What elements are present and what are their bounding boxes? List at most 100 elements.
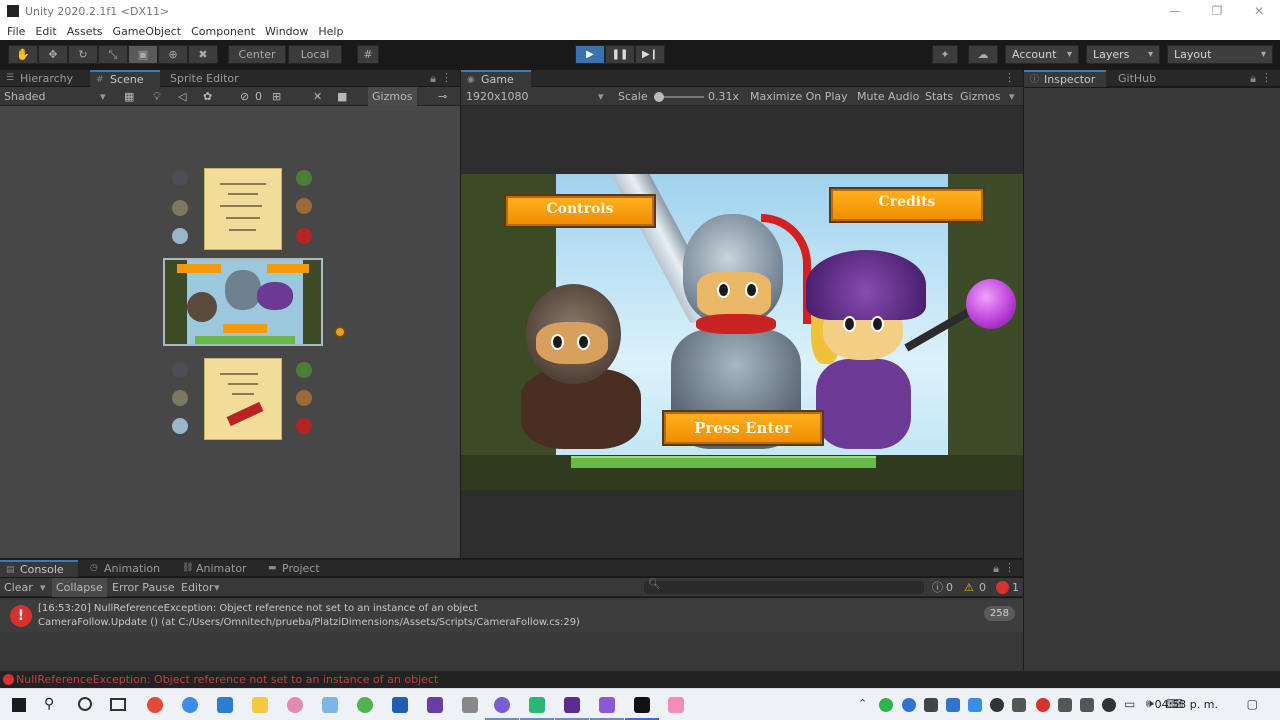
mute-audio-toggle[interactable]: Mute Audio (857, 87, 919, 106)
tray-icon[interactable] (879, 698, 893, 712)
clear-button[interactable]: Clear (4, 578, 33, 597)
scene-gizmos-dropdown[interactable]: Gizmos (368, 87, 417, 106)
tray-icon[interactable] (1012, 698, 1026, 712)
chrome-icon[interactable] (182, 697, 198, 713)
rect-tool-icon[interactable]: ▣ (128, 45, 158, 64)
menu-edit[interactable]: Edit (35, 25, 56, 38)
scale-slider[interactable] (654, 92, 704, 102)
tab-inspector[interactable]: ⓘ Inspector (1024, 70, 1106, 87)
chrome-icon[interactable] (147, 697, 163, 713)
log-filter-icon[interactable]: ⓘ (932, 578, 943, 597)
scale-tool-icon[interactable]: ⤡ (98, 45, 128, 64)
play-button[interactable]: ▶ (575, 45, 605, 64)
move-tool-icon[interactable]: ✥ (38, 45, 68, 64)
panel-menu-icon[interactable]: ⋮ (441, 71, 452, 84)
panel-menu-icon[interactable]: ⋮ (1004, 561, 1015, 574)
error-pause-toggle[interactable]: Error Pause (112, 578, 175, 597)
console-search-input[interactable]: 🔍︎ (644, 579, 924, 594)
credits-button[interactable]: Credits (829, 187, 985, 223)
tab-animation[interactable]: ◷ Animation (84, 560, 170, 577)
tab-github[interactable]: GitHub (1110, 70, 1180, 87)
editor-dropdown[interactable]: Editor (181, 578, 214, 597)
unity-icon[interactable] (634, 697, 650, 713)
tray-icon[interactable] (968, 698, 982, 712)
menu-assets[interactable]: Assets (67, 25, 103, 38)
task-view-icon[interactable] (110, 698, 126, 711)
search-icon[interactable]: ⊸ (438, 87, 447, 106)
tray-icon[interactable] (1058, 698, 1072, 712)
app-icon[interactable] (494, 697, 510, 713)
log-entry[interactable]: ! [16:53:20] NullReferenceException: Obj… (0, 600, 1023, 632)
slider-handle[interactable] (654, 92, 664, 102)
tray-icon[interactable] (946, 698, 960, 712)
press-enter-button[interactable]: Press Enter (662, 410, 824, 446)
tray-icon[interactable] (1102, 698, 1116, 712)
pause-button[interactable]: ❚❚ (605, 45, 635, 64)
lighting-toggle-icon[interactable]: 💡︎ (153, 87, 161, 106)
panel-menu-icon[interactable]: ⋮ (1004, 71, 1015, 84)
app-icon[interactable] (668, 697, 684, 713)
menu-gameobject[interactable]: GameObject (113, 25, 182, 38)
search-icon[interactable]: ⚲ (44, 696, 54, 712)
notifications-icon[interactable]: ▢ (1247, 697, 1258, 711)
stats-toggle[interactable]: Stats (925, 87, 953, 106)
app-icon[interactable] (599, 697, 615, 713)
pivot-toggle[interactable]: Center (228, 45, 286, 64)
collab-icon[interactable]: ✦ (932, 45, 958, 64)
audio-toggle-icon[interactable]: ◁ (178, 87, 186, 106)
layers-dropdown[interactable]: Layers (1086, 45, 1160, 64)
custom-tool-icon[interactable]: ✖ (188, 45, 218, 64)
game-render[interactable]: Controls Credits Press Enter (461, 174, 1023, 490)
status-bar[interactable]: NullReferenceException: Object reference… (0, 671, 1280, 688)
bluetooth-icon[interactable] (902, 698, 916, 712)
warning-filter-icon[interactable]: ⚠ (964, 578, 974, 597)
tray-icon[interactable] (924, 698, 938, 712)
app-icon[interactable] (322, 697, 338, 713)
app-icon[interactable] (357, 697, 373, 713)
tray-chevron-icon[interactable]: ⌃ (858, 697, 867, 710)
collapse-toggle[interactable]: Collapse (52, 578, 107, 597)
lock-icon[interactable]: 🔒︎ (430, 72, 436, 86)
panel-menu-icon[interactable]: ⋮ (1261, 71, 1272, 84)
lock-icon[interactable]: 🔒︎ (1250, 72, 1256, 86)
tab-animator[interactable]: ⛓ Animator (176, 560, 260, 577)
maximize-button[interactable]: ❐ (1196, 0, 1238, 22)
resolution-dropdown[interactable]: 1920x1080 (466, 87, 529, 106)
tab-game[interactable]: ◉ Game (461, 70, 531, 87)
vscode-icon[interactable] (217, 697, 233, 713)
tab-project[interactable]: ▬ Project (262, 560, 332, 577)
transform-tool-icon[interactable]: ⊕ (158, 45, 188, 64)
grid-snap-icon[interactable]: # (357, 45, 379, 64)
app-icon[interactable] (427, 697, 443, 713)
minimize-button[interactable]: — (1154, 0, 1196, 22)
step-button[interactable]: ▶❙ (635, 45, 665, 64)
game-view[interactable]: Controls Credits Press Enter (461, 106, 1023, 558)
rotate-tool-icon[interactable]: ↻ (68, 45, 98, 64)
layout-dropdown[interactable]: Layout (1167, 45, 1273, 64)
menu-window[interactable]: Window (265, 25, 308, 38)
space-toggle[interactable]: Local (288, 45, 342, 64)
network-icon[interactable]: ▭ (1124, 697, 1135, 711)
tab-hierarchy[interactable]: ☰ Hierarchy (0, 70, 88, 87)
taskbar-clock[interactable]: 04:53 p. m. (1155, 689, 1218, 720)
menu-file[interactable]: File (7, 25, 25, 38)
scene-view[interactable] (0, 106, 460, 558)
tab-console[interactable]: ▤ Console (0, 560, 78, 577)
canvas-preview[interactable] (163, 258, 323, 346)
file-explorer-icon[interactable] (252, 697, 268, 713)
hand-tool-icon[interactable]: ✋ (8, 45, 38, 64)
tab-sprite-editor[interactable]: Sprite Editor (162, 70, 252, 87)
shading-mode-dropdown[interactable]: Shaded (4, 87, 45, 106)
app-icon[interactable] (529, 697, 545, 713)
tab-scene[interactable]: # Scene (90, 70, 160, 87)
tray-icon[interactable] (990, 698, 1004, 712)
lock-icon[interactable]: 🔒︎ (993, 562, 999, 576)
tray-icon[interactable] (1036, 698, 1050, 712)
volume-icon[interactable]: 🕪︎ (1146, 696, 1154, 711)
outlook-icon[interactable] (392, 697, 408, 713)
menu-component[interactable]: Component (191, 25, 255, 38)
hidden-layers-icon[interactable]: ⊘ (240, 87, 249, 106)
app-icon[interactable] (287, 697, 303, 713)
windows-start-icon[interactable] (12, 698, 26, 712)
visual-studio-icon[interactable] (564, 697, 580, 713)
